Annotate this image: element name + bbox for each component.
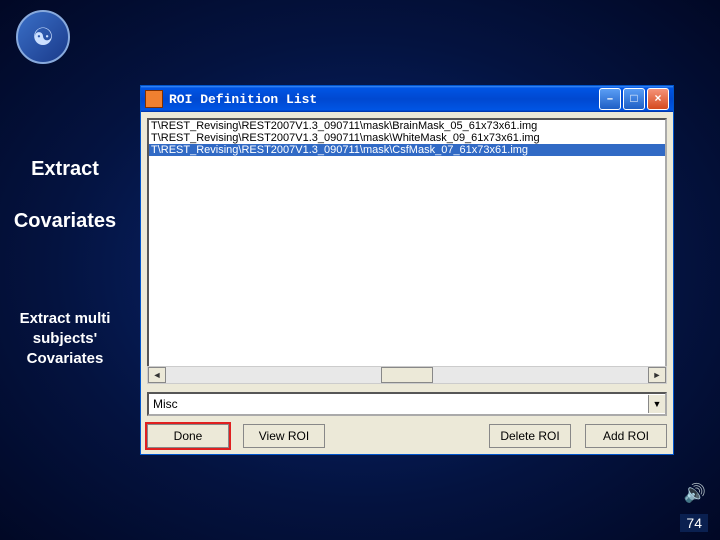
page-number: 74 <box>680 514 708 532</box>
sidebar-sub-3: Covariates <box>0 350 130 367</box>
client-area: T\REST_Revising\REST2007V1.3_090711\mask… <box>141 112 673 454</box>
sidebar-sub-1: Extract multi <box>0 310 130 327</box>
brand-logo: ☯ <box>16 10 70 64</box>
sidebar-sub-2: subjects' <box>0 330 130 347</box>
window-roi-definition: ROI Definition List – □ × T\REST_Revisin… <box>140 85 674 455</box>
done-button[interactable]: Done <box>147 424 229 448</box>
sidebar-title-2: Covariates <box>0 210 130 233</box>
titlebar[interactable]: ROI Definition List – □ × <box>141 86 673 112</box>
misc-combo[interactable]: Misc ▼ <box>147 392 667 416</box>
list-item[interactable]: T\REST_Revising\REST2007V1.3_090711\mask… <box>149 132 665 144</box>
roi-listbox[interactable]: T\REST_Revising\REST2007V1.3_090711\mask… <box>147 118 667 382</box>
list-item[interactable]: T\REST_Revising\REST2007V1.3_090711\mask… <box>149 144 665 156</box>
list-item[interactable]: T\REST_Revising\REST2007V1.3_090711\mask… <box>149 120 665 132</box>
app-icon <box>145 90 163 108</box>
window-title: ROI Definition List <box>169 92 317 107</box>
maximize-button[interactable]: □ <box>623 88 645 110</box>
scroll-left-icon[interactable]: ◄ <box>148 367 166 383</box>
scroll-thumb[interactable] <box>381 367 433 383</box>
chevron-down-icon[interactable]: ▼ <box>648 395 665 413</box>
button-row: Done View ROI Delete ROI Add ROI <box>147 424 667 448</box>
sidebar-title-1: Extract <box>0 158 130 181</box>
speaker-icon: 🔊 <box>684 483 706 504</box>
h-scrollbar[interactable]: ◄ ► <box>147 366 667 384</box>
scroll-right-icon[interactable]: ► <box>648 367 666 383</box>
close-button[interactable]: × <box>647 88 669 110</box>
delete-roi-button[interactable]: Delete ROI <box>489 424 571 448</box>
add-roi-button[interactable]: Add ROI <box>585 424 667 448</box>
minimize-button[interactable]: – <box>599 88 621 110</box>
view-roi-button[interactable]: View ROI <box>243 424 325 448</box>
combo-value: Misc <box>149 397 648 411</box>
